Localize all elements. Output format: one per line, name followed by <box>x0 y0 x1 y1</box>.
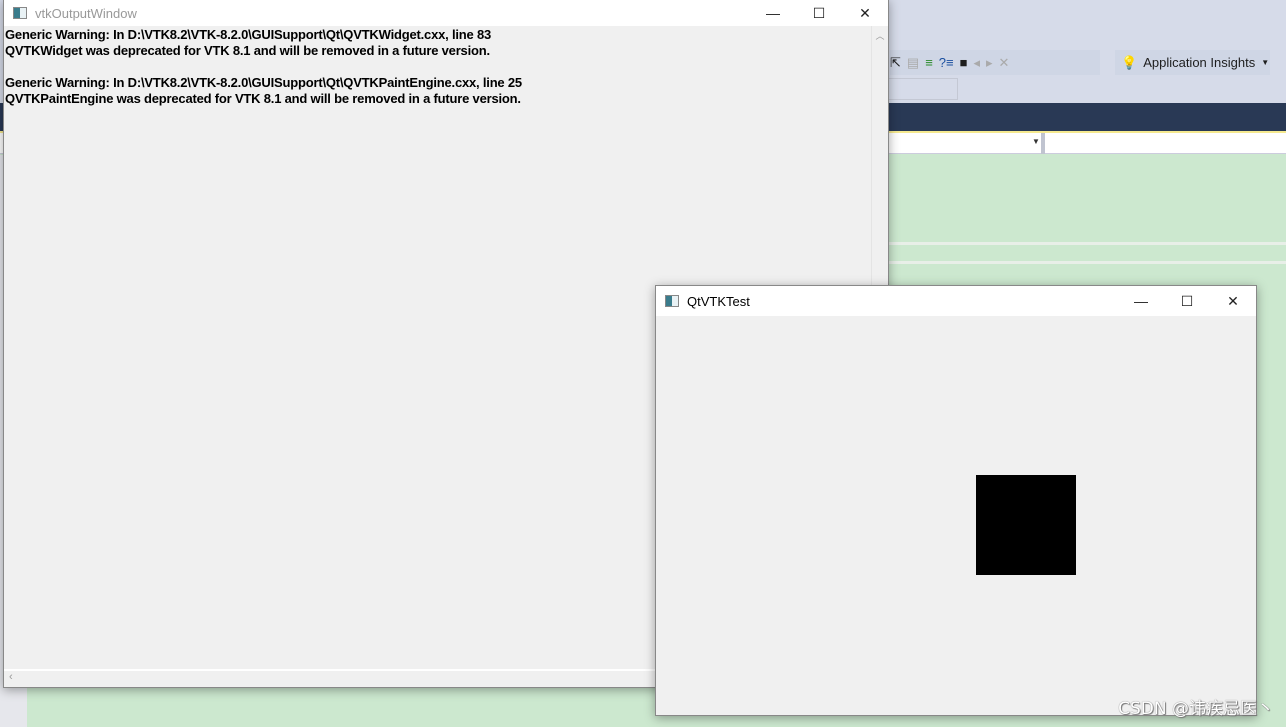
output-text: Generic Warning: In D:\VTK8.2\VTK-8.2.0\… <box>5 27 522 107</box>
prev-bookmark-icon[interactable]: ◂ <box>973 55 980 71</box>
clear-bookmark-icon[interactable]: ✕ <box>999 55 1010 71</box>
application-insights-button[interactable]: 💡 Application Insights ▼ <box>1115 50 1270 75</box>
app-icon <box>665 295 679 307</box>
window-title: vtkOutputWindow <box>35 5 137 21</box>
watermark: CSDN @讳疾忌医丶 <box>1118 699 1274 719</box>
close-button[interactable]: ✕ <box>1210 293 1256 310</box>
config-dropdown[interactable] <box>888 78 958 100</box>
bookmark-icon[interactable]: ■ <box>960 55 968 70</box>
help-indent-icon[interactable]: ?≡ <box>939 55 954 70</box>
minimize-button[interactable]: — <box>1118 293 1164 310</box>
chevron-down-icon: ▼ <box>1032 137 1040 146</box>
app-icon <box>13 7 27 19</box>
vtk-render-view[interactable] <box>976 475 1076 575</box>
maximize-button[interactable]: ☐ <box>1164 293 1210 310</box>
divider <box>888 242 1286 245</box>
log-line: QVTKWidget was deprecated for VTK 8.1 an… <box>5 43 490 58</box>
lightbulb-icon: 💡 <box>1121 54 1138 70</box>
select-icon[interactable]: ⇱ <box>890 55 901 71</box>
divider <box>888 261 1286 264</box>
ide-edit-toolbar: ⇱ ▤ ≡ ?≡ ■ ◂ ▸ ✕ <box>890 50 1100 75</box>
title-bar[interactable]: vtkOutputWindow — ☐ ✕ <box>4 0 888 26</box>
qtvtktest-window: QtVTKTest — ☐ ✕ <box>655 285 1257 716</box>
scroll-left-icon[interactable]: ‹ <box>9 671 13 683</box>
title-bar[interactable]: QtVTKTest — ☐ ✕ <box>656 286 1256 316</box>
log-line: QVTKPaintEngine was deprecated for VTK 8… <box>5 91 521 106</box>
next-bookmark-icon[interactable]: ▸ <box>986 55 993 71</box>
maximize-button[interactable]: ☐ <box>796 5 842 22</box>
close-button[interactable]: ✕ <box>842 5 888 22</box>
log-line: Generic Warning: In D:\VTK8.2\VTK-8.2.0\… <box>5 75 522 90</box>
window-title: QtVTKTest <box>687 293 750 309</box>
chevron-down-icon: ▼ <box>1261 58 1270 67</box>
log-line: Generic Warning: In D:\VTK8.2\VTK-8.2.0\… <box>5 27 492 42</box>
minimize-button[interactable]: — <box>750 5 796 22</box>
scroll-up-icon[interactable]: ︿ <box>872 29 888 42</box>
indent-icon[interactable]: ≡ <box>925 55 933 70</box>
comment-icon[interactable]: ▤ <box>907 55 919 71</box>
